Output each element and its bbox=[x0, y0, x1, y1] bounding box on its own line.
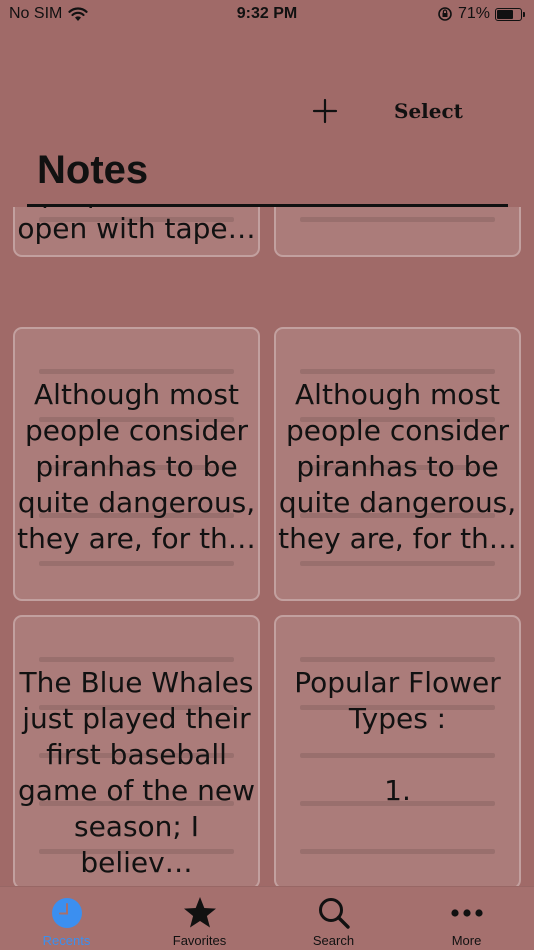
select-button[interactable]: Select bbox=[394, 99, 463, 123]
tab-label: Favorites bbox=[172, 933, 227, 948]
battery-fill bbox=[497, 9, 513, 19]
battery-percent: 71% bbox=[457, 5, 490, 22]
tab-recents[interactable]: Recents bbox=[0, 887, 133, 950]
page-title: Notes bbox=[37, 148, 149, 192]
more-icon bbox=[450, 909, 483, 917]
tab-favorites[interactable]: Favorites bbox=[133, 887, 266, 950]
note-card[interactable]: prop the door open with tape… bbox=[13, 207, 260, 257]
note-card[interactable]: The Blue Whales just played their first … bbox=[13, 615, 260, 886]
tab-label: Search bbox=[312, 933, 355, 948]
tab-label: Recents bbox=[42, 933, 91, 948]
tab-label: More bbox=[451, 933, 482, 948]
tab-more[interactable]: More bbox=[400, 887, 533, 950]
tab-search[interactable]: Search bbox=[267, 887, 400, 950]
note-card[interactable]: Popular Flower Types : 1. bbox=[274, 615, 521, 886]
clock-icon bbox=[51, 898, 82, 928]
orientation-lock-icon bbox=[438, 7, 452, 21]
search-icon bbox=[318, 898, 350, 929]
note-preview-text: Although most people consider piranhas t… bbox=[278, 378, 517, 555]
note-preview-text: prop the door open with tape… bbox=[17, 207, 256, 245]
status-right: 71% bbox=[437, 5, 525, 23]
status-bar: No SIM 9:32 PM 71% bbox=[0, 0, 534, 30]
battery-icon bbox=[495, 7, 525, 21]
note-card[interactable] bbox=[274, 207, 521, 257]
note-card[interactable]: Although most people consider piranhas t… bbox=[13, 327, 260, 601]
note-preview-text: Popular Flower Types : 1. bbox=[294, 666, 501, 807]
tab-bar: Recents Favorites Search More bbox=[0, 886, 534, 950]
add-note-button[interactable] bbox=[311, 97, 339, 125]
note-preview-text: Although most people consider piranhas t… bbox=[17, 378, 256, 555]
star-icon bbox=[183, 897, 216, 928]
note-preview-text: The Blue Whales just played their first … bbox=[18, 666, 255, 879]
plus-icon bbox=[312, 98, 338, 124]
notes-grid[interactable]: prop the door open with tape… Although m… bbox=[0, 207, 534, 886]
note-card[interactable]: Although most people consider piranhas t… bbox=[274, 327, 521, 601]
